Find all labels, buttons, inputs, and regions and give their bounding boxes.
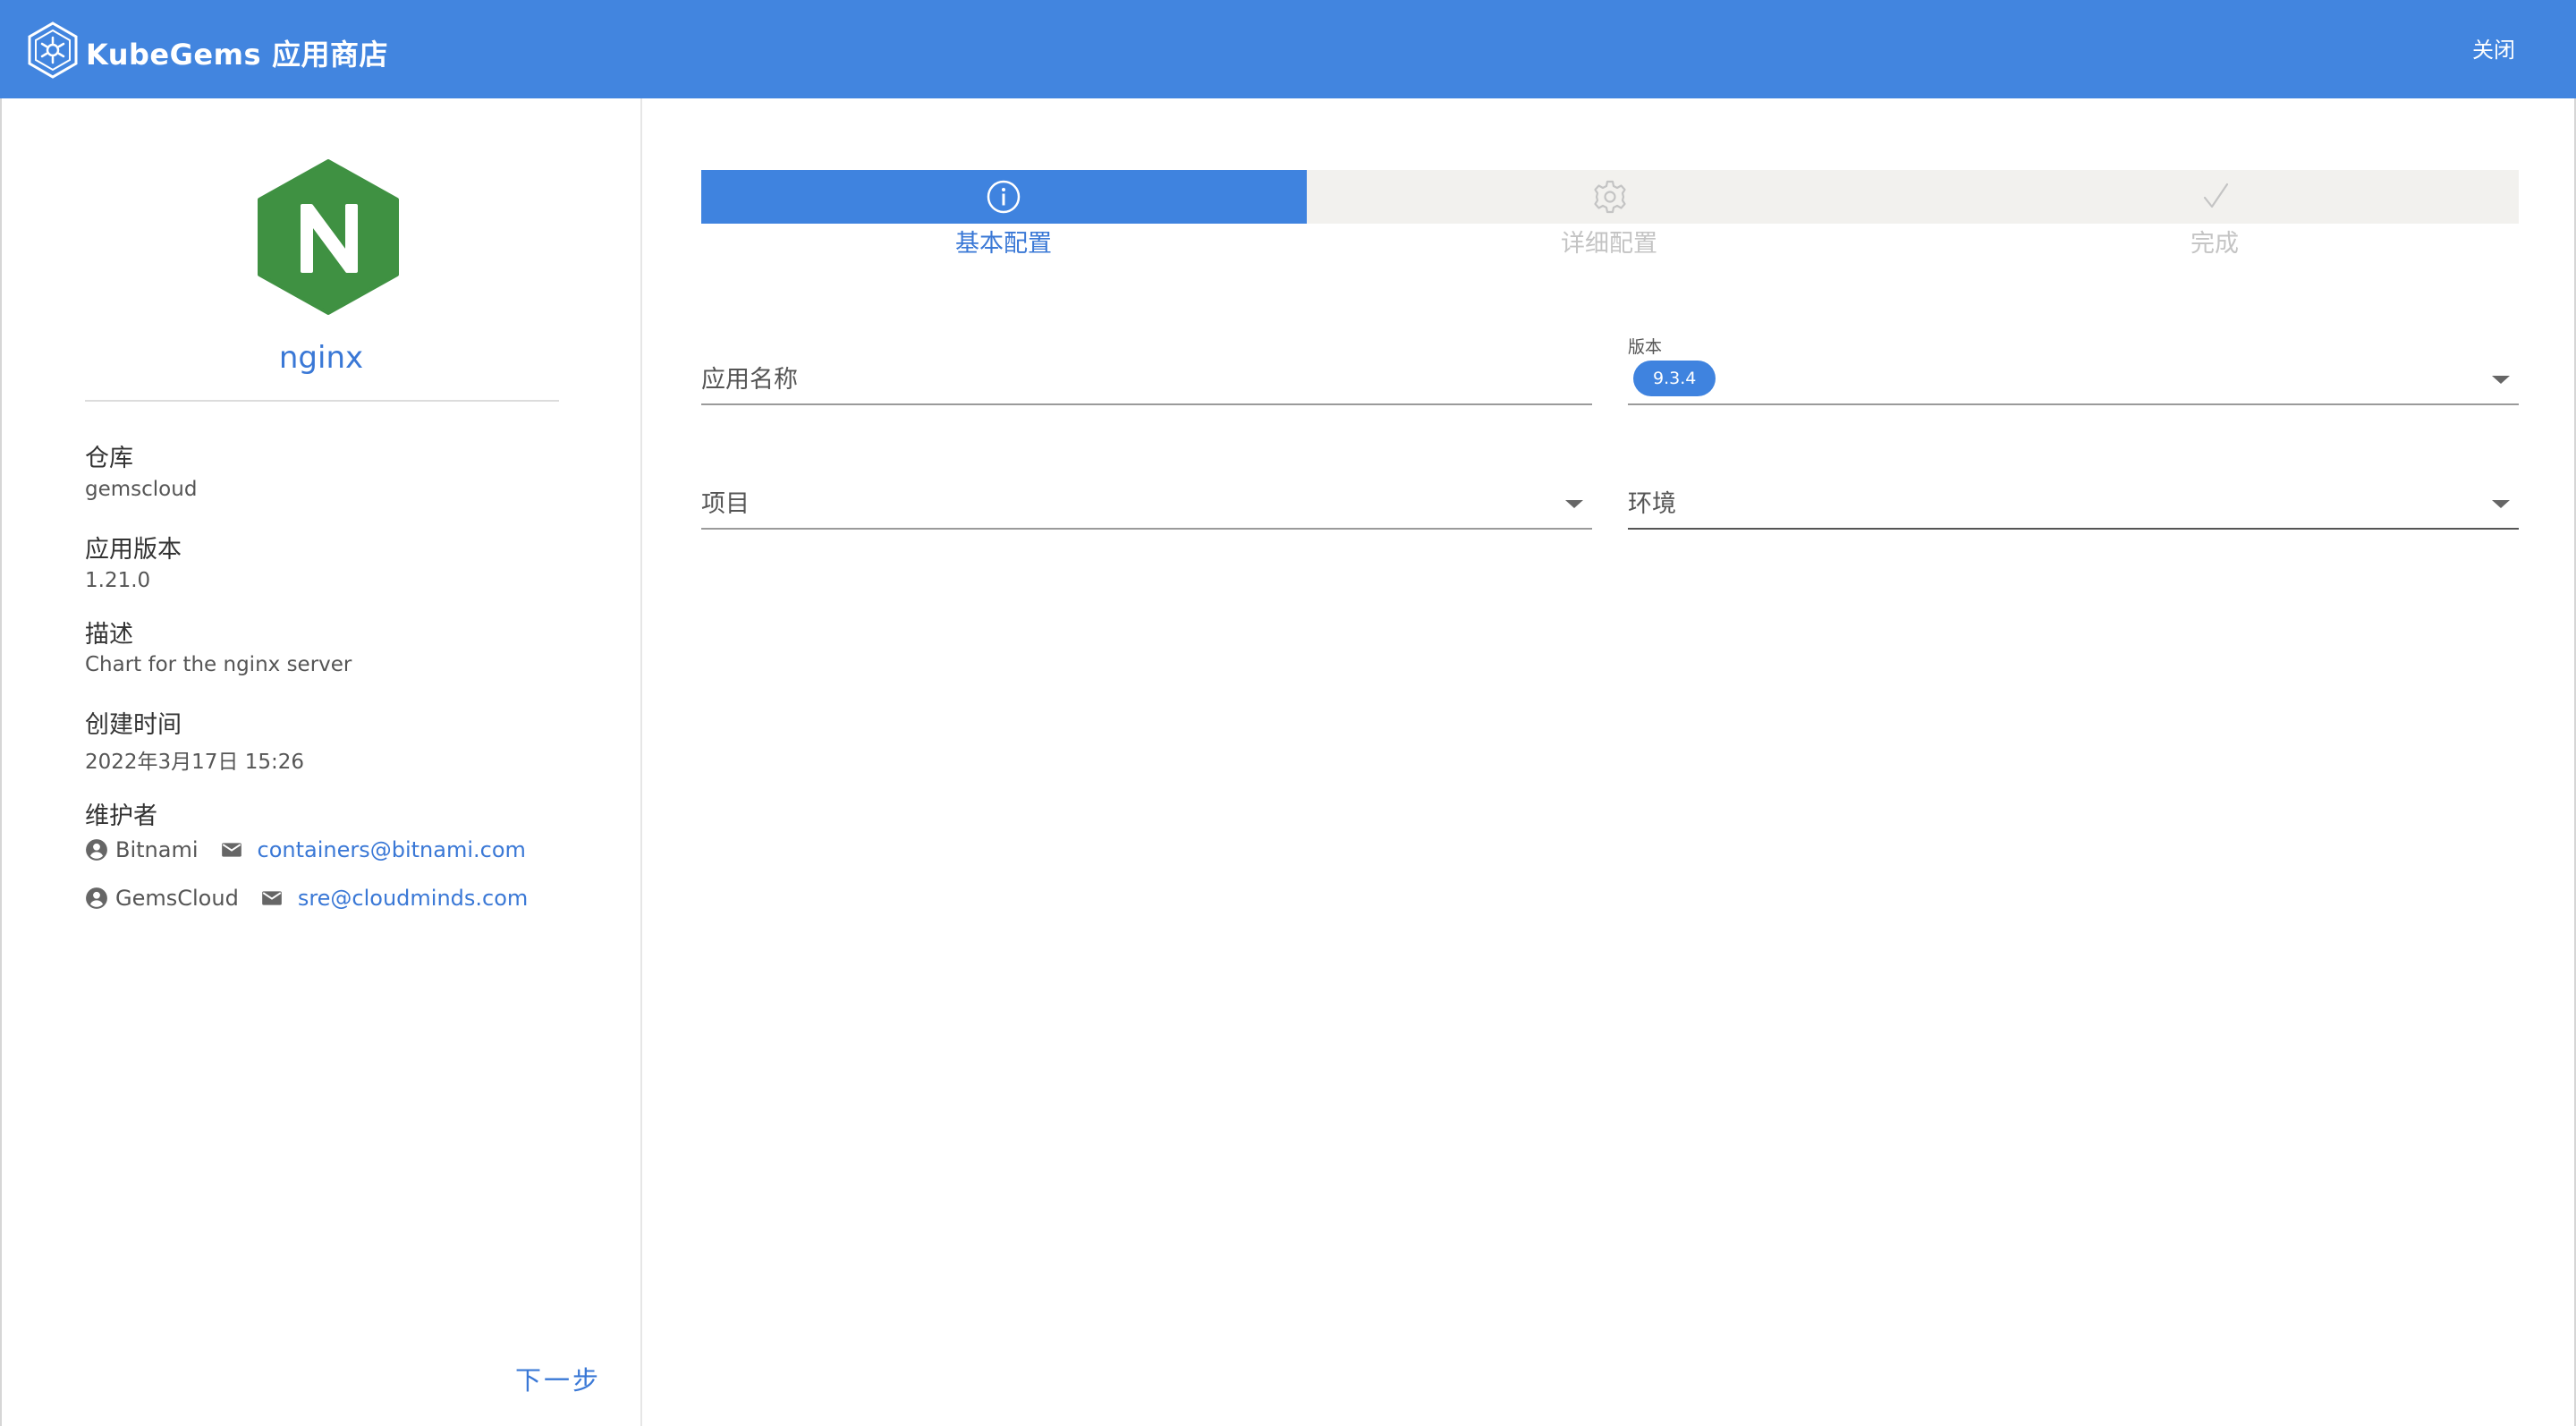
repository-value: gemscloud — [85, 478, 198, 501]
step-label-basic-config[interactable]: 基本配置 — [914, 224, 1093, 259]
kubegems-logo-icon — [28, 21, 78, 79]
brand-name: KubeGems — [86, 38, 261, 72]
created-label: 创建时间 — [85, 711, 182, 739]
maintainer-item: GemsCloud sre@cloudminds.com — [85, 884, 528, 912]
maintainer-name: GemsCloud — [115, 886, 239, 911]
chevron-down-icon[interactable] — [2492, 500, 2510, 508]
maintainer-email-link[interactable]: containers@bitnami.com — [258, 837, 526, 862]
maintainer-email-link[interactable]: sre@cloudminds.com — [298, 886, 528, 911]
brand-title: KubeGems 应用商店 — [86, 32, 388, 73]
environment-placeholder: 环境 — [1628, 490, 1676, 518]
check-icon[interactable] — [2198, 179, 2233, 215]
maintainers-label: 维护者 — [85, 802, 157, 830]
app-name-placeholder: 应用名称 — [701, 366, 798, 394]
maintainer-name: Bitnami — [115, 837, 199, 862]
app-version-value: 1.21.0 — [85, 569, 151, 592]
app-info-panel: nginx 仓库 gemscloud 应用版本 1.21.0 描述 Chart … — [0, 98, 642, 1426]
description-label: 描述 — [85, 621, 133, 649]
app-name-field[interactable]: 应用名称 — [701, 352, 1592, 405]
version-label: 版本 — [1628, 337, 1663, 357]
divider — [85, 400, 559, 402]
chevron-down-icon[interactable] — [1565, 500, 1583, 508]
description-value: Chart for the nginx server — [85, 653, 352, 676]
step-label-detail-config[interactable]: 详细配置 — [1520, 224, 1699, 259]
info-icon[interactable] — [986, 179, 1021, 215]
account-circle-icon — [86, 839, 107, 861]
step-label-complete[interactable]: 完成 — [2125, 224, 2304, 259]
version-chip: 9.3.4 — [1633, 361, 1716, 396]
project-select[interactable]: 项目 — [701, 476, 1592, 530]
created-value: 2022年3月17日 15:26 — [85, 751, 305, 774]
nginx-logo-icon — [258, 159, 399, 315]
next-step-button[interactable]: 下一步 — [515, 1360, 601, 1397]
email-icon — [261, 891, 282, 905]
version-select[interactable]: 版本 9.3.4 — [1628, 337, 2519, 405]
gear-icon[interactable] — [1592, 179, 1628, 215]
chevron-down-icon[interactable] — [2492, 376, 2510, 384]
repository-label: 仓库 — [85, 445, 133, 472]
environment-select[interactable]: 环境 — [1628, 476, 2519, 530]
app-header: KubeGems 应用商店 关闭 — [0, 0, 2576, 98]
close-button[interactable]: 关闭 — [2472, 32, 2515, 64]
account-circle-icon — [86, 887, 107, 909]
project-placeholder: 项目 — [701, 490, 750, 518]
maintainer-item: Bitnami containers@bitnami.com — [85, 836, 526, 864]
app-name: nginx — [278, 340, 364, 376]
brand-subtitle: 应用商店 — [271, 38, 388, 72]
email-icon — [221, 843, 242, 857]
wizard-stepper — [701, 170, 2519, 224]
app-version-label: 应用版本 — [85, 536, 182, 564]
